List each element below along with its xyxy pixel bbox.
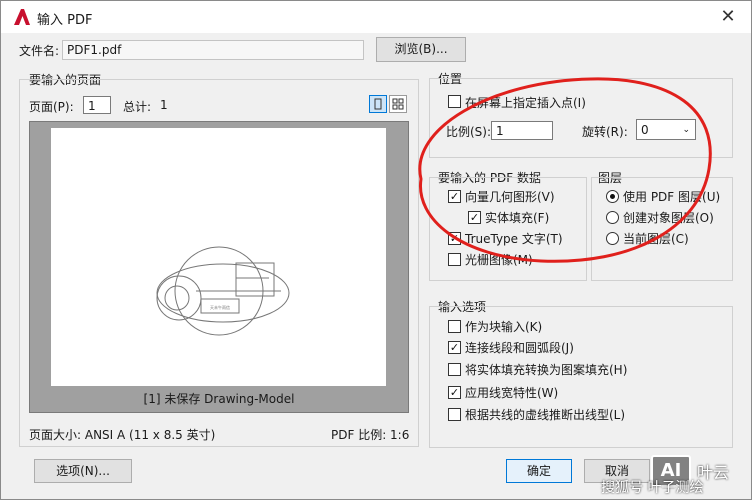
join-segments-label: 连接线段和圆弧段(J) [465, 341, 574, 355]
options-button[interactable]: 选项(N)... [34, 459, 132, 483]
truetype-text-label: TrueType 文字(T) [465, 232, 563, 246]
ok-button[interactable]: 确定 [506, 459, 572, 483]
infer-linetype-checkbox[interactable] [448, 408, 461, 421]
close-icon[interactable]: ✕ [717, 7, 739, 27]
title-bar [1, 1, 751, 33]
total-label: 总计: [123, 100, 152, 114]
dialog-title: 输入 PDF [37, 13, 93, 28]
use-pdf-layers-label: 使用 PDF 图层(U) [623, 190, 721, 204]
join-segments-checkbox[interactable]: ✓ [448, 341, 461, 354]
apply-lineweight-label: 应用线宽特性(W) [465, 386, 559, 400]
single-page-view-icon[interactable] [369, 95, 387, 113]
use-pdf-layers-radio[interactable] [606, 190, 619, 203]
specify-on-screen-label: 在屏幕上指定插入点(I) [465, 96, 586, 110]
truetype-text-checkbox[interactable]: ✓ [448, 232, 461, 245]
vector-geometry-label: 向量几何图形(V) [465, 190, 555, 204]
pdf-preview-page: 天未午雨信 [51, 128, 386, 386]
file-name-label: 文件名: [19, 44, 60, 58]
rotation-value: 0 [641, 123, 649, 137]
pdf-scale-text: PDF 比例: 1:6 [331, 428, 410, 442]
import-as-block-checkbox[interactable] [448, 320, 461, 333]
current-layer-radio[interactable] [606, 232, 619, 245]
position-group [429, 78, 733, 158]
rotation-label: 旋转(R): [582, 125, 628, 139]
page-number-input[interactable]: 1 [83, 96, 111, 114]
scale-input[interactable]: 1 [491, 121, 553, 140]
total-value: 1 [160, 98, 168, 112]
watermark: AI 叶云 搜狐号 叶子测绘 [599, 453, 749, 497]
watermark-text-bottom: 搜狐号 叶子测绘 [601, 480, 704, 496]
create-object-layers-label: 创建对象图层(O) [623, 211, 714, 225]
apply-lineweight-checkbox[interactable]: ✓ [448, 386, 461, 399]
vector-geometry-checkbox[interactable]: ✓ [448, 190, 461, 203]
infer-linetype-label: 根据共线的虚线推断出线型(L) [465, 408, 626, 422]
preview-caption: [1] 未保存 Drawing-Model [143, 392, 295, 406]
autocad-a-icon [14, 9, 30, 25]
chevron-down-icon: ⌄ [682, 125, 690, 135]
create-object-layers-radio[interactable] [606, 211, 619, 224]
import-as-block-label: 作为块输入(K) [465, 320, 543, 334]
page-label: 页面(P): [29, 100, 74, 114]
drawing-thumbnail: 天未午雨信 [156, 246, 290, 336]
scale-label: 比例(S): [446, 125, 492, 139]
page-size-text: 页面大小: ANSI A (11 x 8.5 英寸) [29, 428, 216, 442]
browse-button[interactable]: 浏览(B)... [376, 37, 466, 62]
raster-images-label: 光栅图像(M) [465, 253, 533, 267]
specify-on-screen-checkbox[interactable] [448, 95, 461, 108]
file-name-field[interactable]: PDF1.pdf [62, 40, 364, 60]
current-layer-label: 当前图层(C) [623, 232, 689, 246]
raster-images-checkbox[interactable] [448, 253, 461, 266]
rotation-select[interactable]: 0 ⌄ [636, 119, 696, 140]
solid-fill-checkbox[interactable]: ✓ [468, 211, 481, 224]
solid-fill-label: 实体填充(F) [485, 211, 550, 225]
convert-fill-to-hatch-label: 将实体填充转换为图案填充(H) [465, 363, 628, 377]
thumbnail-label: 天未午雨信 [210, 304, 230, 310]
convert-fill-to-hatch-checkbox[interactable] [448, 363, 461, 376]
import-pdf-dialog: 输入 PDF ✕ 文件名: PDF1.pdf 浏览(B)... 要输入的页面 页… [0, 0, 752, 500]
thumbnail-grid-view-icon[interactable] [389, 95, 407, 113]
